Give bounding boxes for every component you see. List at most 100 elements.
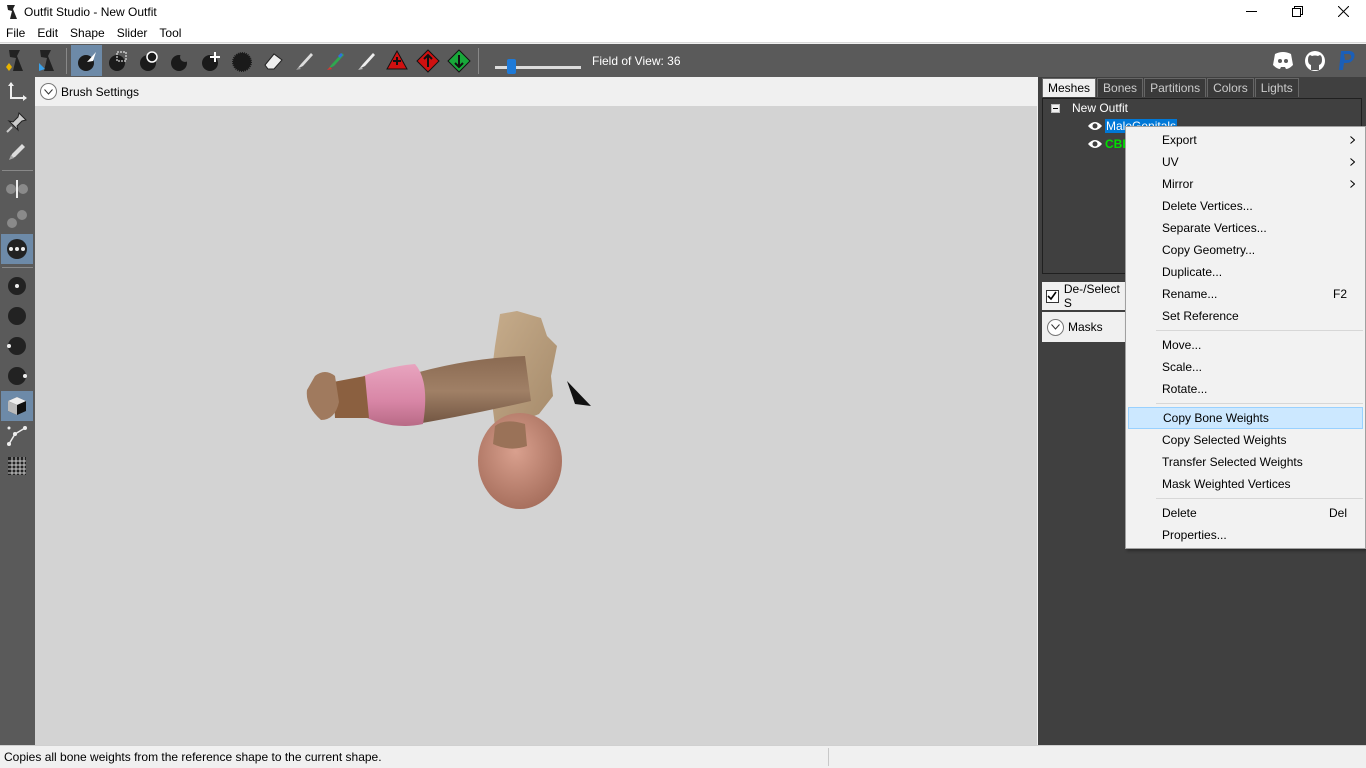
mesh-model — [306, 311, 591, 509]
menu-file[interactable]: File — [0, 23, 31, 43]
masks-toggle[interactable] — [1047, 318, 1064, 336]
menu-item-label: Set Reference — [1162, 309, 1239, 323]
main-toolbar: Field of View: 36 — [0, 44, 1366, 77]
3d-viewport[interactable] — [35, 106, 1037, 745]
minimize-button[interactable] — [1228, 0, 1274, 23]
bodyslide-logo-button[interactable] — [31, 45, 62, 76]
maximize-button[interactable] — [1274, 0, 1320, 23]
alpha-brush-button[interactable] — [350, 45, 381, 76]
undiff-brush-button[interactable] — [257, 45, 288, 76]
diamond-green-icon — [446, 48, 471, 73]
transform-diamond-red-button[interactable] — [412, 45, 443, 76]
vertex-edit-button[interactable] — [1, 137, 33, 167]
menu-item-mask-weighted-vertices[interactable]: Mask Weighted Vertices — [1128, 473, 1363, 495]
discord-button[interactable] — [1268, 45, 1298, 76]
eye-icon[interactable] — [1087, 120, 1103, 132]
menu-item-copy-bone-weights[interactable]: Copy Bone Weights — [1128, 407, 1363, 429]
menu-item-duplicate[interactable]: Duplicate... — [1128, 261, 1363, 283]
brush-size-small-button[interactable] — [1, 174, 33, 204]
view-left-button[interactable] — [1, 331, 33, 361]
deselect-checkbox[interactable] — [1046, 289, 1059, 303]
mask-brush-button[interactable] — [102, 45, 133, 76]
menu-tool[interactable]: Tool — [153, 23, 187, 43]
menu-item-copy-selected-weights[interactable]: Copy Selected Weights — [1128, 429, 1363, 451]
perspective-toggle-button[interactable] — [1, 391, 33, 421]
tab-partitions[interactable]: Partitions — [1144, 78, 1207, 97]
tab-bones[interactable]: Bones — [1097, 78, 1144, 97]
pivot-tool-button[interactable] — [1, 107, 33, 137]
tab-meshes[interactable]: Meshes — [1042, 78, 1097, 97]
move-brush-button[interactable] — [195, 45, 226, 76]
chevron-down-icon — [1051, 324, 1060, 330]
menu-item-separate-vertices[interactable]: Separate Vertices... — [1128, 217, 1363, 239]
menu-item-properties[interactable]: Properties... — [1128, 524, 1363, 546]
color-brush-icon — [326, 52, 344, 70]
eye-icon[interactable] — [1087, 138, 1103, 150]
restore-icon — [1291, 6, 1303, 17]
menu-slider[interactable]: Slider — [111, 23, 154, 43]
github-button[interactable] — [1300, 45, 1330, 76]
transform-diamond-green-button[interactable] — [443, 45, 474, 76]
menu-item-transfer-selected-weights[interactable]: Transfer Selected Weights — [1128, 451, 1363, 473]
paypal-button[interactable] — [1332, 45, 1362, 76]
collapse-icon[interactable] — [1051, 103, 1060, 113]
masks-panel: Masks — [1042, 312, 1130, 342]
menu-item-rename[interactable]: Rename... F2 — [1128, 283, 1363, 305]
menu-shape[interactable]: Shape — [64, 23, 111, 43]
view-right-button[interactable] — [1, 361, 33, 391]
menu-item-label: Copy Bone Weights — [1163, 411, 1269, 425]
menu-item-delete[interactable]: Delete Del — [1128, 502, 1363, 524]
select-brush-button[interactable] — [71, 45, 102, 76]
grid-toggle-button[interactable] — [1, 451, 33, 481]
mask-brush-icon — [108, 51, 126, 71]
weight-brush-button[interactable] — [288, 45, 319, 76]
brush-strength-button[interactable] — [1, 204, 33, 234]
menu-item-scale[interactable]: Scale... — [1128, 356, 1363, 378]
view-back-button[interactable] — [1, 301, 33, 331]
outfitstudio-app-icon — [7, 4, 17, 19]
tab-lights[interactable]: Lights — [1254, 78, 1299, 97]
deflate-brush-icon — [170, 51, 190, 71]
menu-item-copy-geometry[interactable]: Copy Geometry... — [1128, 239, 1363, 261]
menu-item-mirror[interactable]: Mirror — [1128, 173, 1363, 195]
masks-label[interactable]: Masks — [1068, 320, 1103, 334]
close-button[interactable] — [1320, 0, 1366, 23]
menu-item-move[interactable]: Move... — [1128, 334, 1363, 356]
tree-root[interactable]: New Outfit — [1051, 101, 1128, 115]
pencil-icon — [9, 144, 25, 160]
menu-item-set-reference[interactable]: Set Reference — [1128, 305, 1363, 327]
inflate-brush-button[interactable] — [133, 45, 164, 76]
left-toolbar-separator — [2, 170, 33, 171]
close-icon — [1337, 6, 1349, 17]
sphere-right-icon — [8, 367, 27, 385]
brush-settings-label[interactable]: Brush Settings — [61, 85, 139, 99]
brush-focus-button[interactable] — [1, 234, 33, 264]
menu-item-uv[interactable]: UV — [1128, 151, 1363, 173]
view-front-button[interactable] — [1, 271, 33, 301]
menu-item-label: Mirror — [1162, 177, 1194, 191]
menu-edit[interactable]: Edit — [31, 23, 64, 43]
axis-tool-button[interactable] — [1, 77, 33, 107]
menu-item-label: Rename... — [1162, 287, 1218, 301]
smooth-brush-button[interactable] — [226, 45, 257, 76]
deselect-row: De-/Select S — [1042, 282, 1130, 310]
deflate-brush-button[interactable] — [164, 45, 195, 76]
transform-red-button[interactable] — [381, 45, 412, 76]
grid-icon — [8, 457, 26, 475]
fov-slider[interactable] — [495, 51, 581, 74]
window-title: Outfit Studio - New Outfit — [24, 4, 157, 19]
outfitstudio-logo-button[interactable] — [0, 45, 31, 76]
wireframe-toggle-button[interactable] — [1, 421, 33, 451]
menu-item-export[interactable]: Export — [1128, 129, 1363, 151]
toolbar-separator — [478, 47, 479, 74]
color-brush-button[interactable] — [319, 45, 350, 76]
status-divider — [828, 748, 829, 766]
menu-item-delete-vertices[interactable]: Delete Vertices... — [1128, 195, 1363, 217]
fov-slider-thumb[interactable] — [507, 58, 516, 74]
status-text: Copies all bone weights from the referen… — [4, 750, 382, 764]
checkmark-icon — [1047, 291, 1058, 301]
tab-colors[interactable]: Colors — [1207, 78, 1254, 97]
brush-settings-toggle[interactable] — [40, 83, 57, 100]
menu-item-rotate[interactable]: Rotate... — [1128, 378, 1363, 400]
menu-item-shortcut: Del — [1328, 506, 1347, 520]
